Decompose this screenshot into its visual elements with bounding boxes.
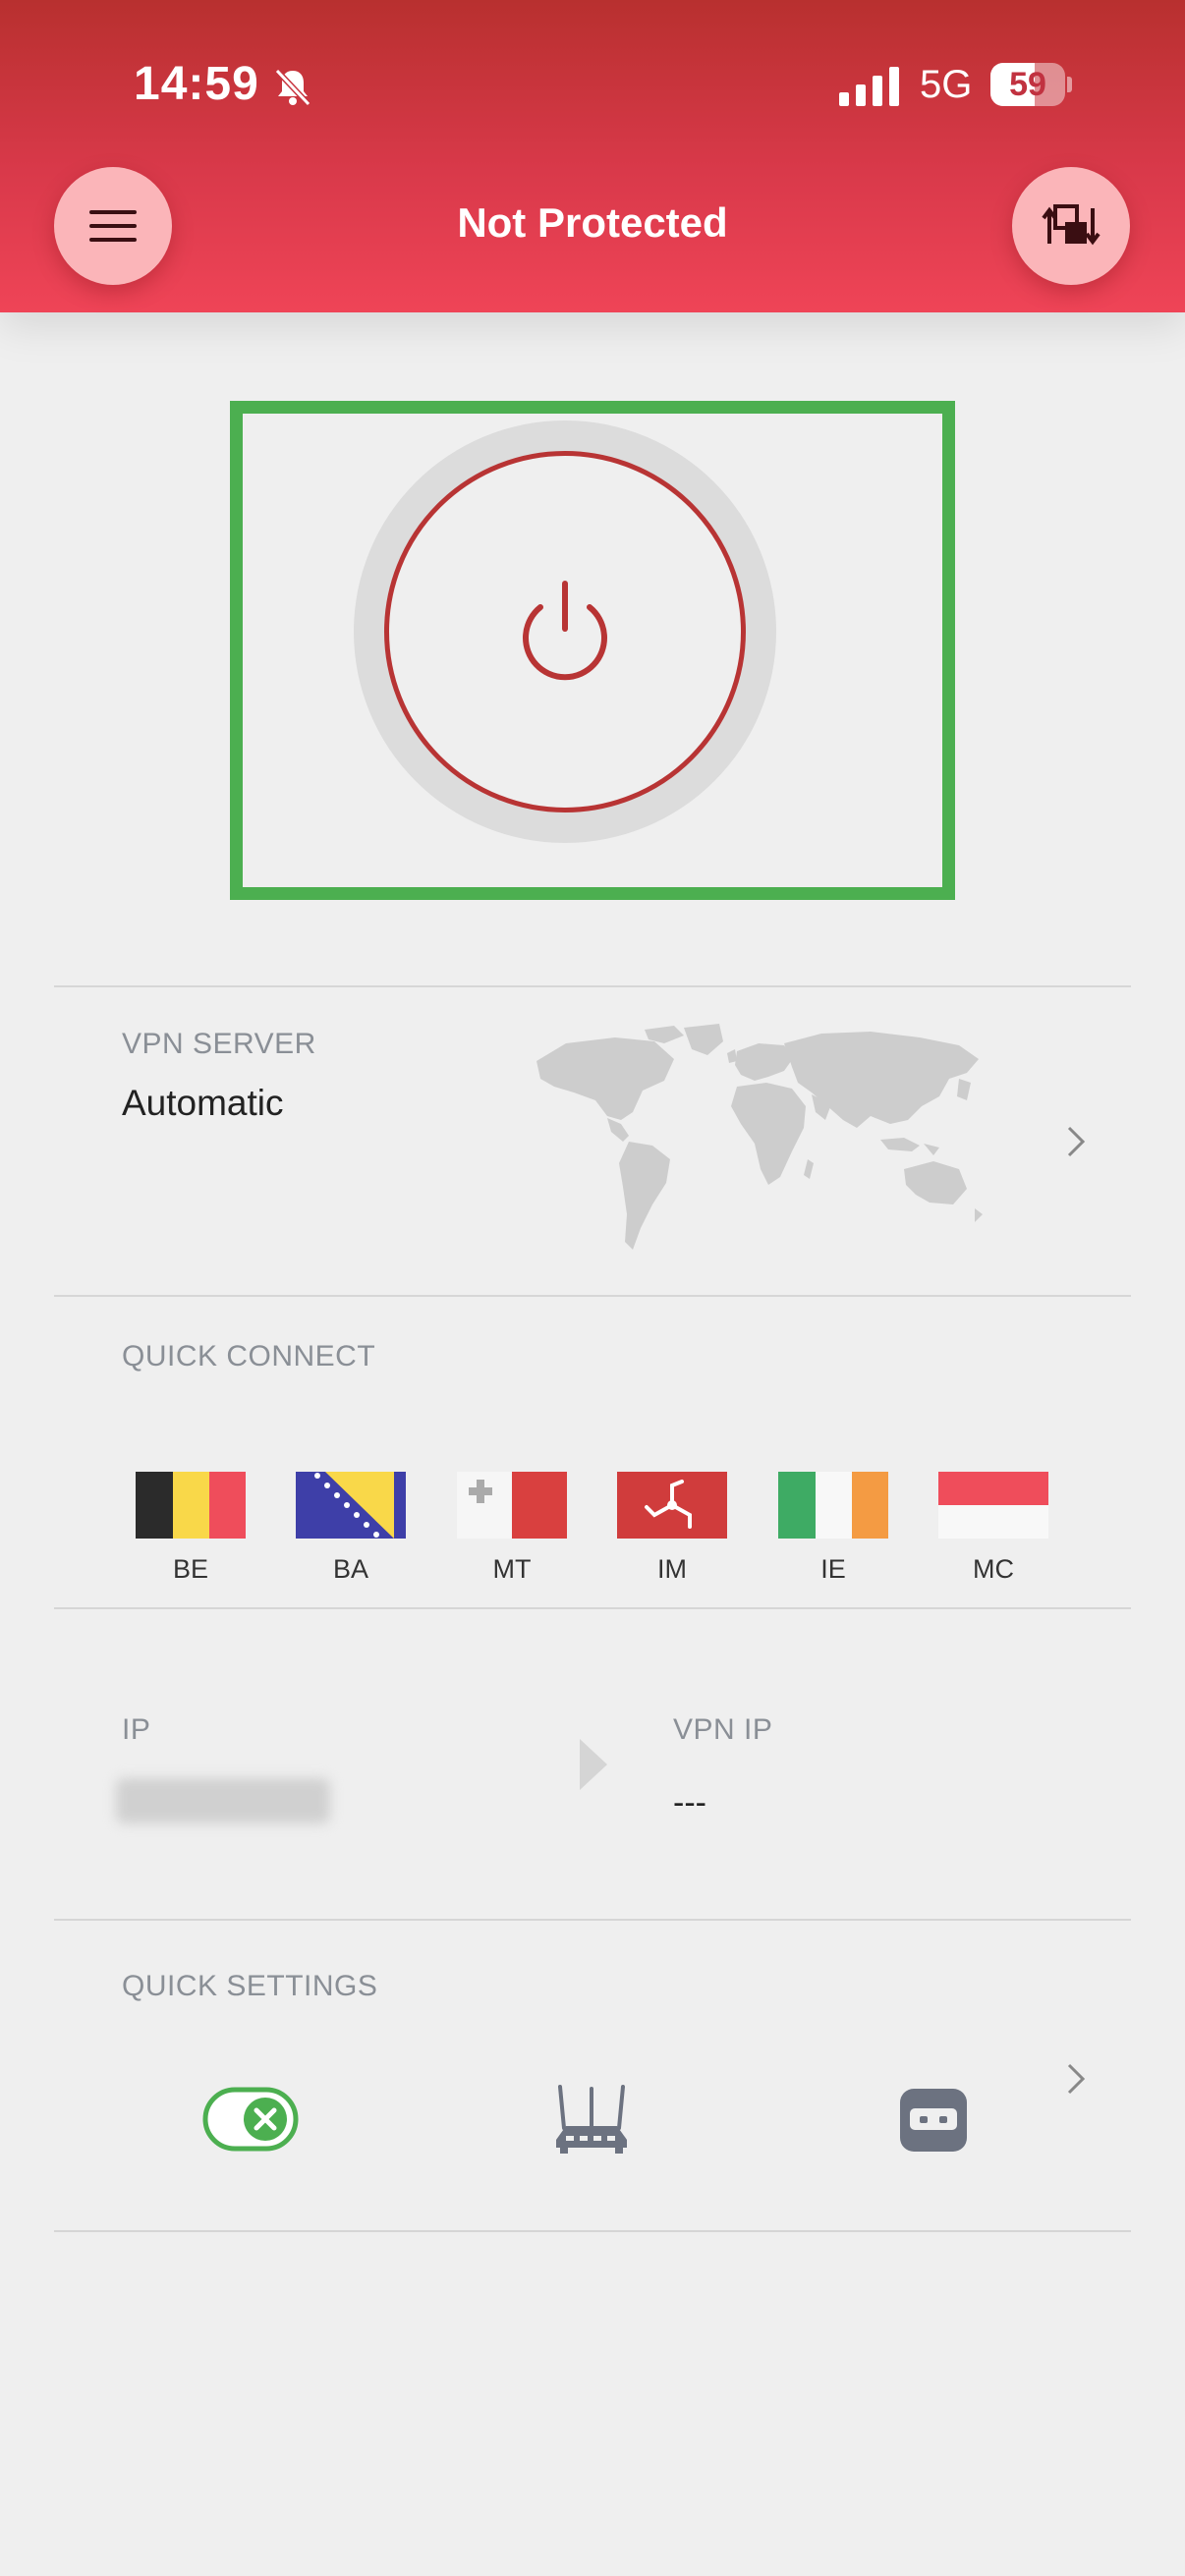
muted-bell-icon <box>274 68 311 107</box>
app-header: 14:59 5G 59 Not Protected <box>0 0 1185 312</box>
flag-code: MC <box>973 1554 1014 1584</box>
arrow-right-icon <box>580 1739 607 1790</box>
server-switch-button[interactable] <box>1012 167 1130 285</box>
divider <box>54 2230 1131 2232</box>
monaco-flag-icon <box>938 1472 1048 1539</box>
cellular-signal-icon <box>839 67 899 106</box>
flag-code: IE <box>820 1554 846 1584</box>
vpn-server-label: VPN SERVER <box>122 1028 316 1060</box>
divider <box>54 1295 1131 1297</box>
flag-code: BE <box>172 1554 209 1584</box>
vpn-ip-value: --- <box>673 1784 706 1821</box>
divider <box>54 985 1131 987</box>
vpn-server-value: Automatic <box>122 1083 284 1123</box>
ireland-flag-icon <box>778 1472 888 1539</box>
malta-flag-icon <box>457 1472 567 1539</box>
server-switch-icon <box>1042 204 1100 246</box>
flag-code: MT <box>492 1554 532 1584</box>
world-map-icon <box>536 1024 983 1250</box>
quick-connect-flag-ba[interactable]: BA <box>296 1472 406 1585</box>
vpn-ip-label: VPN IP <box>673 1713 773 1746</box>
status-time: 14:59 <box>134 58 259 110</box>
quick-connect-flag-be[interactable]: BE <box>136 1472 246 1585</box>
quick-connect-flag-ie[interactable]: IE <box>778 1472 888 1585</box>
ad-blocker-mask-icon[interactable] <box>898 2087 969 2154</box>
chevron-right-icon <box>1067 1126 1086 1157</box>
kill-switch-toggle-icon[interactable] <box>202 2087 299 2152</box>
chevron-right-icon <box>1067 2063 1086 2095</box>
battery-level: 59 <box>1009 66 1046 103</box>
ip-value-blurred <box>116 1778 330 1823</box>
router-icon[interactable] <box>552 2083 631 2156</box>
belgium-flag-icon <box>136 1472 246 1539</box>
divider <box>54 1919 1131 1921</box>
quick-settings-label: QUICK SETTINGS <box>122 1970 378 2002</box>
bosnia-flag-icon <box>296 1472 406 1539</box>
power-icon <box>523 581 607 681</box>
quick-connect-label: QUICK CONNECT <box>122 1340 376 1372</box>
page-title: Not Protected <box>457 199 728 246</box>
flag-code: BA <box>332 1554 369 1584</box>
network-type: 5G <box>920 63 973 106</box>
isle-of-man-flag-icon <box>617 1472 727 1539</box>
battery-indicator: 59 <box>990 63 1072 106</box>
quick-connect-flag-im[interactable]: IM <box>617 1472 727 1585</box>
ip-label: IP <box>122 1713 151 1746</box>
quick-connect-flag-mc[interactable]: MC <box>938 1472 1048 1585</box>
divider <box>54 1607 1131 1609</box>
quick-connect-flag-mt[interactable]: MT <box>457 1472 567 1585</box>
flag-code: IM <box>657 1554 687 1584</box>
